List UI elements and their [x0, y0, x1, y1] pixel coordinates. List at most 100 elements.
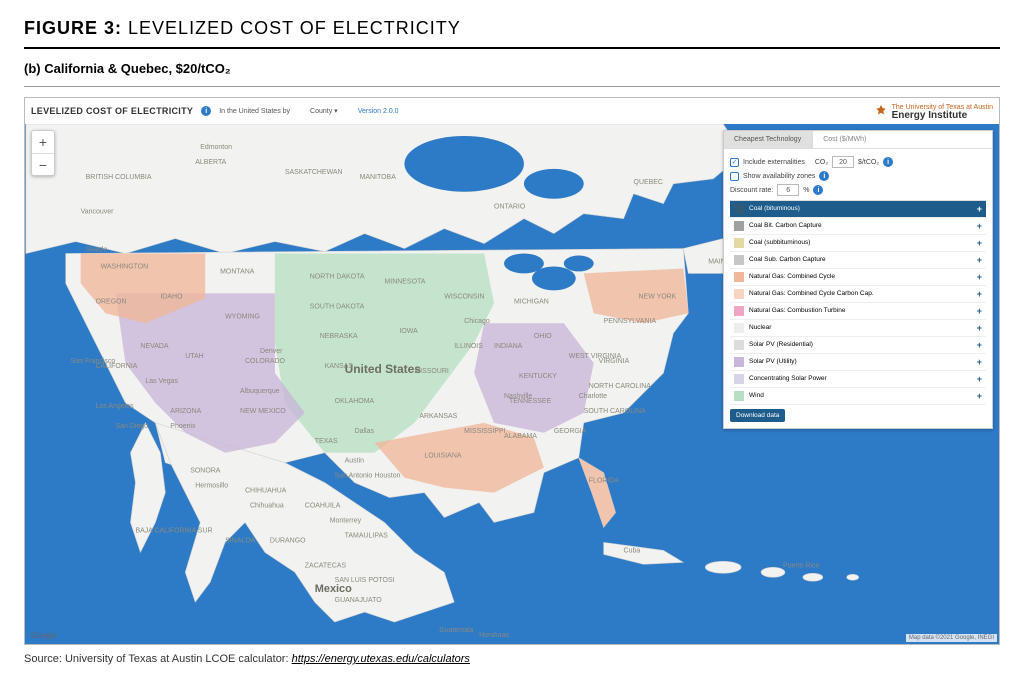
svg-text:NEBRASKA: NEBRASKA [320, 333, 358, 340]
tech-name-label: Natural Gas: Combined Cycle Carbon Cap. [749, 291, 972, 298]
svg-text:ILLINOIS: ILLINOIS [454, 343, 483, 350]
panel-tabs: Cheapest Technology Cost ($/MWh) [724, 131, 992, 149]
svg-text:TEXAS: TEXAS [315, 438, 338, 445]
expand-icon[interactable]: + [977, 289, 982, 299]
tech-row[interactable]: Coal Bit. Carbon Capture+ [730, 218, 986, 235]
show-availability-label: Show availability zones [743, 173, 815, 180]
svg-text:BAJA CALIFORNIA SUR: BAJA CALIFORNIA SUR [135, 527, 212, 534]
expand-icon[interactable]: + [977, 272, 982, 282]
download-data-button[interactable]: Download data [730, 409, 785, 422]
show-availability-checkbox[interactable] [730, 172, 739, 181]
svg-text:OKLAHOMA: OKLAHOMA [335, 398, 375, 405]
svg-text:ALABAMA: ALABAMA [504, 433, 537, 440]
svg-text:KANSAS: KANSAS [325, 363, 354, 370]
svg-text:ARKANSAS: ARKANSAS [419, 413, 457, 420]
svg-text:Phoenix: Phoenix [170, 423, 196, 430]
tech-row[interactable]: Solar PV (Utility) + [730, 354, 986, 371]
expand-icon[interactable]: + [977, 357, 982, 367]
expand-icon[interactable]: + [977, 221, 982, 231]
svg-text:NEW YORK: NEW YORK [639, 293, 677, 300]
source-line: Source: University of Texas at Austin LC… [24, 653, 1000, 665]
expand-icon[interactable]: + [977, 340, 982, 350]
discount-rate-input[interactable]: 6 [777, 184, 799, 196]
svg-text:BRITISH COLUMBIA: BRITISH COLUMBIA [86, 174, 152, 181]
tech-row[interactable]: Concentrating Solar Power + [730, 371, 986, 388]
tech-name-label: Nuclear [749, 325, 972, 332]
svg-text:San Francisco: San Francisco [71, 358, 116, 365]
svg-text:NORTH DAKOTA: NORTH DAKOTA [310, 273, 365, 280]
figure-header: FIGURE 3: LEVELIZED COST OF ELECTRICITY [24, 18, 1000, 49]
svg-text:San Diego: San Diego [116, 423, 149, 430]
info-icon[interactable]: i [883, 157, 893, 167]
svg-text:ZACATECAS: ZACATECAS [305, 562, 347, 569]
include-externalities-label: Include externalities [743, 159, 805, 166]
expand-icon[interactable]: + [977, 306, 982, 316]
tech-row[interactable]: Wind+ [730, 388, 986, 405]
expand-icon[interactable]: + [977, 204, 982, 214]
institution-line2: Energy Institute [892, 111, 993, 121]
app-title: LEVELIZED COST OF ELECTRICITY [31, 106, 193, 116]
tech-row[interactable]: Natural Gas: Combined Cycle+ [730, 269, 986, 286]
svg-text:MINNESOTA: MINNESOTA [384, 278, 425, 285]
zoom-out-button[interactable]: − [32, 153, 54, 175]
svg-text:DURANGO: DURANGO [270, 537, 306, 544]
svg-text:UTAH: UTAH [185, 353, 203, 360]
tech-swatch-icon [734, 289, 744, 299]
tech-row[interactable]: Natural Gas: Combustion Turbine+ [730, 303, 986, 320]
institution-logo-icon [874, 104, 888, 118]
tech-swatch-icon [734, 323, 744, 333]
svg-text:NEVADA: NEVADA [140, 343, 168, 350]
svg-text:MONTANA: MONTANA [220, 268, 255, 275]
technology-list: Coal (bituminous)+Coal Bit. Carbon Captu… [730, 200, 986, 405]
svg-text:GUANAJUATO: GUANAJUATO [335, 597, 383, 604]
svg-text:LOUISIANA: LOUISIANA [424, 453, 462, 460]
info-icon[interactable]: i [819, 171, 829, 181]
zoom-control: + − [31, 130, 55, 176]
zoom-in-button[interactable]: + [32, 131, 54, 153]
source-link[interactable]: https://energy.utexas.edu/calculators [292, 653, 470, 665]
svg-text:OHIO: OHIO [534, 333, 552, 340]
tech-row[interactable]: Coal (subbituminous)+ [730, 235, 986, 252]
tech-row[interactable]: Coal (bituminous)+ [730, 201, 986, 218]
expand-icon[interactable]: + [977, 391, 982, 401]
svg-text:SASKATCHEWAN: SASKATCHEWAN [285, 169, 343, 176]
tech-swatch-icon [734, 357, 744, 367]
source-prefix: Source: University of Texas at Austin LC… [24, 653, 292, 665]
svg-text:IOWA: IOWA [399, 328, 418, 335]
svg-text:Chicago: Chicago [464, 318, 490, 325]
info-icon[interactable]: i [813, 185, 823, 195]
svg-text:Hermosillo: Hermosillo [195, 483, 228, 490]
include-externalities-checkbox[interactable] [730, 158, 739, 167]
svg-text:SONORA: SONORA [190, 468, 221, 475]
tab-cheapest[interactable]: Cheapest Technology [724, 131, 812, 148]
expand-icon[interactable]: + [977, 323, 982, 333]
svg-text:SOUTH CAROLINA: SOUTH CAROLINA [584, 408, 646, 415]
tech-name-label: Concentrating Solar Power [749, 376, 972, 383]
svg-text:MISSOURI: MISSOURI [414, 368, 449, 375]
info-icon[interactable]: i [201, 106, 211, 116]
figure-subcaption: (b) California & Quebec, $20/tCO₂ [24, 49, 1000, 87]
svg-text:FLORIDA: FLORIDA [589, 478, 620, 485]
svg-text:Houston: Houston [375, 473, 401, 480]
svg-text:ONTARIO: ONTARIO [494, 204, 526, 211]
tech-name-label: Solar PV (Utility) [749, 359, 972, 366]
expand-icon[interactable]: + [977, 374, 982, 384]
scope-label: In the United States by [219, 108, 290, 115]
scope-value-dropdown[interactable]: County ▾ [310, 107, 338, 115]
layer-panel: Cheapest Technology Cost ($/MWh) Include… [723, 130, 993, 429]
svg-text:INDIANA: INDIANA [494, 343, 523, 350]
expand-icon[interactable]: + [977, 255, 982, 265]
tech-name-label: Solar PV (Residential) [749, 342, 972, 349]
tech-row[interactable]: Coal Sub. Carbon Capture+ [730, 252, 986, 269]
svg-text:COLORADO: COLORADO [245, 358, 285, 365]
expand-icon[interactable]: + [977, 238, 982, 248]
tech-row[interactable]: Nuclear + [730, 320, 986, 337]
svg-text:Las Vegas: Las Vegas [145, 378, 178, 385]
tech-swatch-icon [734, 272, 744, 282]
co2-value-input[interactable]: 20 [832, 156, 854, 168]
tab-cost[interactable]: Cost ($/MWh) [812, 131, 876, 148]
scope-breadcrumb: In the United States by County ▾ Version… [219, 107, 398, 115]
tech-row[interactable]: Solar PV (Residential) + [730, 337, 986, 354]
tech-row[interactable]: Natural Gas: Combined Cycle Carbon Cap. + [730, 286, 986, 303]
svg-text:San Antonio: San Antonio [335, 473, 373, 480]
